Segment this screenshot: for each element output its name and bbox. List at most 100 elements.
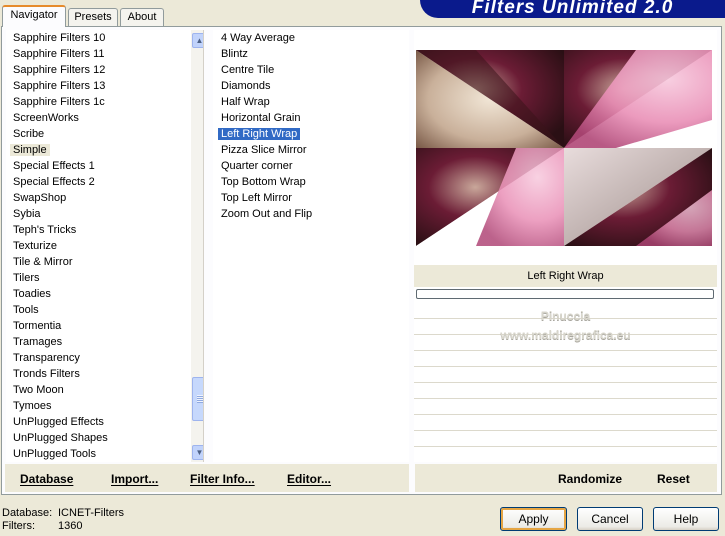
parameter-row: [414, 415, 717, 431]
category-item[interactable]: Sapphire Filters 12: [6, 62, 184, 78]
category-label: SwapShop: [13, 192, 67, 204]
filter-item[interactable]: Left Right Wrap: [213, 126, 409, 142]
category-item[interactable]: Sapphire Filters 1c: [6, 94, 184, 110]
help-button[interactable]: Help: [653, 507, 719, 531]
category-label: Tile & Mirror: [13, 256, 73, 268]
category-item[interactable]: Sapphire Filters 11: [6, 46, 184, 62]
category-item[interactable]: Tymoes: [6, 398, 184, 414]
category-item[interactable]: UnPlugged Shapes: [6, 430, 184, 446]
scroll-down-button[interactable]: ▼: [192, 445, 203, 460]
category-item[interactable]: Sapphire Filters 10: [6, 30, 184, 46]
import-button[interactable]: Import...: [111, 472, 158, 486]
category-item[interactable]: Texturize: [6, 238, 184, 254]
category-label: Two Moon: [13, 384, 64, 396]
filter-info-button[interactable]: Filter Info...: [190, 472, 255, 486]
filter-items: 4 Way Average Blintz Centre Tile Diamonds Ha…: [213, 30, 409, 222]
category-label: UnPlugged Tools: [13, 448, 96, 460]
category-item[interactable]: Tronds Filters: [6, 366, 184, 382]
category-item[interactable]: Tools: [6, 302, 184, 318]
cancel-button[interactable]: Cancel: [577, 507, 643, 531]
category-list[interactable]: Sapphire Filters 10 Sapphire Filters 11 Sa…: [6, 30, 204, 462]
category-item[interactable]: Simple: [6, 142, 184, 158]
randomize-button[interactable]: Randomize: [558, 472, 622, 486]
filter-item[interactable]: Pizza Slice Mirror: [213, 142, 409, 158]
category-label: Transparency: [13, 352, 80, 364]
category-item[interactable]: Transparency: [6, 350, 184, 366]
editor-button[interactable]: Editor...: [287, 472, 331, 486]
filter-label: Zoom Out and Flip: [221, 208, 313, 220]
category-label: Texturize: [13, 240, 58, 252]
scroll-up-button[interactable]: ▲: [192, 33, 203, 48]
filter-preview-image: [416, 50, 712, 246]
filters-label: Filters:: [2, 520, 35, 532]
category-label: Tronds Filters: [13, 368, 80, 380]
filter-label: Left Right Wrap: [218, 128, 301, 140]
filter-item[interactable]: Diamonds: [213, 78, 409, 94]
category-item[interactable]: Sybia: [6, 206, 184, 222]
tab-about[interactable]: About: [120, 8, 164, 26]
parameter-row: [414, 383, 717, 399]
filter-item[interactable]: 4 Way Average: [213, 30, 409, 46]
category-item[interactable]: Sapphire Filters 13: [6, 78, 184, 94]
category-label: Tools: [13, 304, 39, 316]
category-item[interactable]: Teph's Tricks: [6, 222, 184, 238]
filter-item[interactable]: Top Left Mirror: [213, 190, 409, 206]
filter-item[interactable]: Zoom Out and Flip: [213, 206, 409, 222]
category-label: Toadies: [13, 288, 51, 300]
category-item[interactable]: ScreenWorks: [6, 110, 184, 126]
database-button[interactable]: Database: [20, 472, 73, 486]
database-value: ICNET-Filters: [58, 507, 124, 519]
preview-toolbar: Randomize Reset: [415, 464, 717, 492]
category-label: Sybia: [13, 208, 41, 220]
category-item[interactable]: Tormentia: [6, 318, 184, 334]
category-item[interactable]: Special Effects 1: [6, 158, 184, 174]
filter-item[interactable]: Quarter corner: [213, 158, 409, 174]
category-scrollbar[interactable]: ▲ ▼: [191, 30, 203, 462]
tab-navigator[interactable]: Navigator: [2, 5, 66, 27]
category-item[interactable]: Tilers: [6, 270, 184, 286]
filter-list[interactable]: 4 Way Average Blintz Centre Tile Diamonds Ha…: [213, 30, 409, 462]
filter-item[interactable]: Blintz: [213, 46, 409, 62]
list-toolbar: Database Import... Filter Info... Editor…: [5, 464, 409, 492]
scroll-thumb[interactable]: [192, 377, 203, 421]
preview-area: Left Right Wrap Pinuccia www.maldiregraf…: [414, 30, 717, 462]
apply-button[interactable]: Apply: [500, 507, 567, 531]
category-item[interactable]: Two Moon: [6, 382, 184, 398]
filter-item[interactable]: Half Wrap: [213, 94, 409, 110]
category-item[interactable]: Scribe: [6, 126, 184, 142]
filter-label: Half Wrap: [221, 96, 270, 108]
category-items: Sapphire Filters 10 Sapphire Filters 11 Sa…: [6, 30, 203, 462]
filter-item[interactable]: Top Bottom Wrap: [213, 174, 409, 190]
filters-count: 1360: [58, 520, 83, 532]
category-item[interactable]: UnPlugged Tools: [6, 446, 184, 462]
category-item[interactable]: UnPlugged Effects: [6, 414, 184, 430]
category-label: Sapphire Filters 1c: [13, 96, 105, 108]
filter-label: Blintz: [221, 48, 248, 60]
app-banner-title: Filters Unlimited 2.0: [420, 0, 725, 18]
filter-item[interactable]: Centre Tile: [213, 62, 409, 78]
category-label: Special Effects 2: [13, 176, 95, 188]
filter-label: Pizza Slice Mirror: [221, 144, 307, 156]
filter-item[interactable]: Horizontal Grain: [213, 110, 409, 126]
category-item[interactable]: SwapShop: [6, 190, 184, 206]
parameter-row: [414, 431, 717, 447]
status-info: Database: ICNET-Filters Filters: 1360: [2, 507, 124, 533]
reset-button[interactable]: Reset: [657, 472, 690, 486]
category-label: Sapphire Filters 12: [13, 64, 106, 76]
watermark-line-1: Pinuccia: [540, 309, 591, 323]
category-item[interactable]: Tile & Mirror: [6, 254, 184, 270]
category-item[interactable]: Toadies: [6, 286, 184, 302]
grip-icon: [197, 395, 203, 403]
category-label: Sapphire Filters 11: [13, 48, 105, 60]
filter-label: Centre Tile: [221, 64, 275, 76]
category-item[interactable]: Special Effects 2: [6, 174, 184, 190]
category-item[interactable]: Tramages: [6, 334, 184, 350]
category-label: Teph's Tricks: [13, 224, 77, 236]
progress-bar: [416, 289, 714, 299]
parameter-row: [414, 367, 717, 383]
category-label: ScreenWorks: [13, 112, 79, 124]
category-label: Special Effects 1: [13, 160, 95, 172]
tab-presets[interactable]: Presets: [68, 8, 118, 26]
category-label: Tilers: [13, 272, 40, 284]
category-label: Tramages: [13, 336, 63, 348]
